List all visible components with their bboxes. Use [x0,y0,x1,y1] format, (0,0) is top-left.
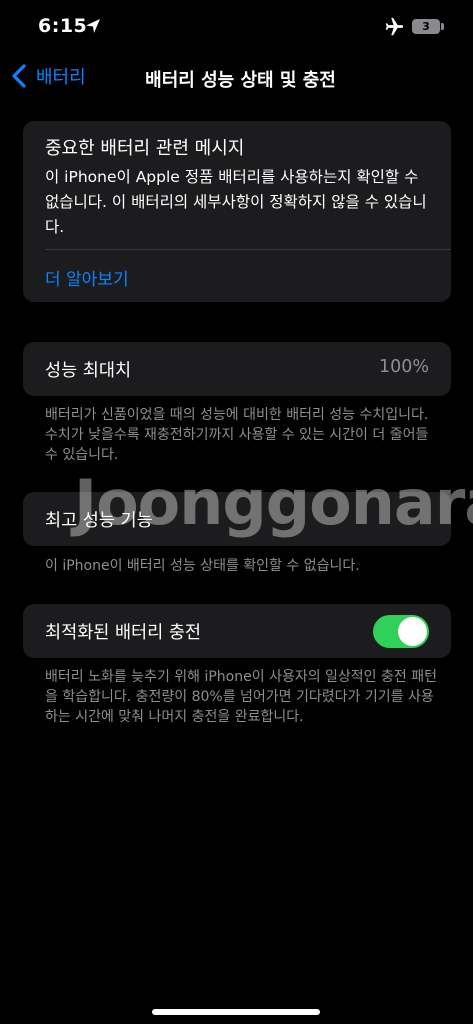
message-body: 이 iPhone이 Apple 정품 배터리를 사용하는지 확인할 수 없습니다… [45,168,427,236]
maximum-capacity-row: 성능 최대치 100% [23,342,451,396]
home-indicator[interactable] [152,1009,320,1015]
location-arrow-icon [86,19,100,33]
optimized-charging-row: 최적화된 배터리 충전 [23,604,451,658]
peak-performance-footnote: 이 iPhone이 배터리 성능 상태를 확인할 수 없습니다. [45,558,360,574]
battery-message-card: 중요한 배터리 관련 메시지 이 iPhone이 Apple 정품 배터리를 사… [23,121,451,302]
maximum-capacity-value: 100% [378,357,429,377]
divider [45,249,451,250]
optimized-charging-footnote: 배터리 노화를 늦추기 위해 iPhone이 사용자의 일상적인 충전 패턴을 … [45,669,437,725]
toggle-knob [398,617,427,646]
status-bar: 6:15 3 [0,0,473,54]
battery-level: 3 [422,20,430,33]
page-title: 배터리 성능 상태 및 충전 [145,70,336,91]
optimized-charging-label: 최적화된 배터리 충전 [45,623,202,643]
optimized-charging-toggle[interactable] [373,615,429,648]
airplane-icon [385,17,404,36]
maximum-capacity-label: 성능 최대치 [45,361,132,381]
message-title: 중요한 배터리 관련 메시지 [45,138,245,159]
watermark: Joonggonara [74,466,473,539]
learn-more-link[interactable]: 더 알아보기 [45,265,129,290]
maximum-capacity-footnote: 배터리가 신품이었을 때의 성능에 대비한 배터리 성능 수치입니다. 수치가 … [45,407,429,463]
battery-icon: 3 [412,19,440,34]
status-time: 6:15 [38,15,88,37]
navigation-bar: 배터리 배터리 성능 상태 및 충전 [0,54,473,98]
battery-cap [441,23,444,30]
